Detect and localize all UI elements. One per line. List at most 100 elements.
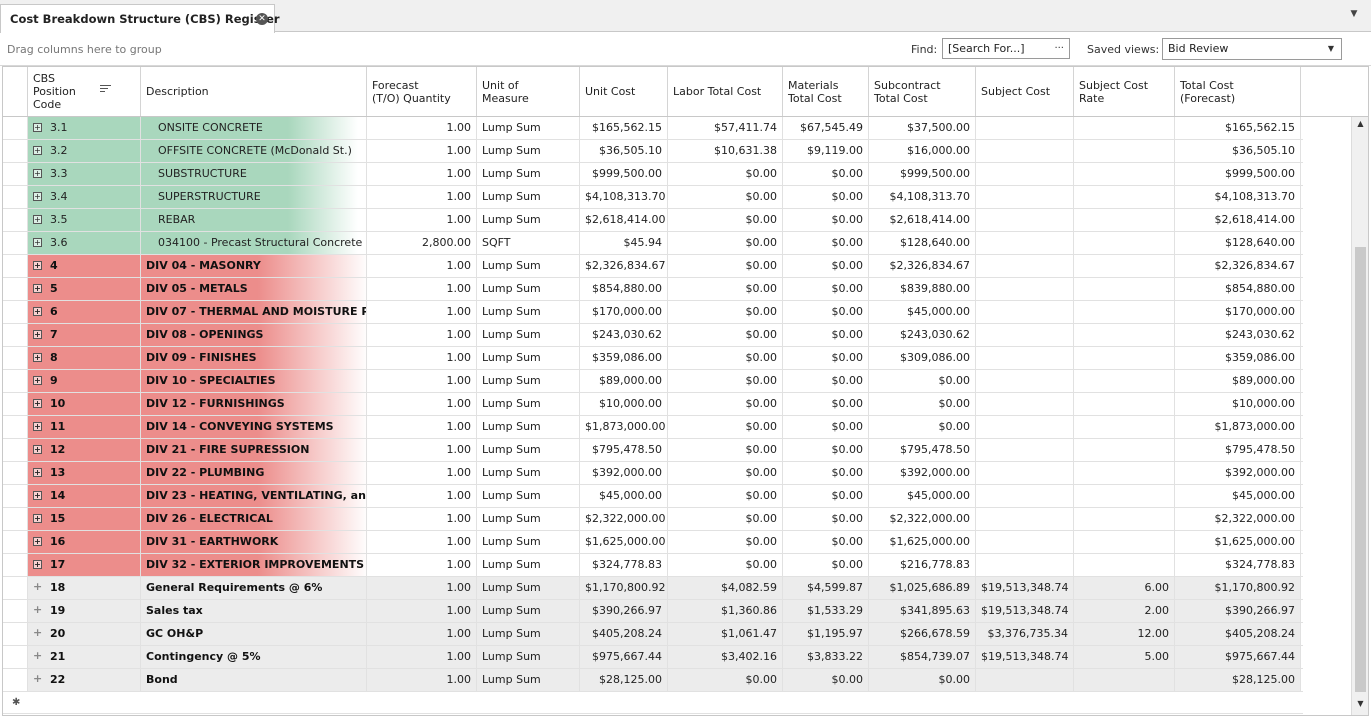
cell-forecast-quantity[interactable]: 1.00 (367, 669, 477, 691)
row-indicator[interactable] (3, 623, 28, 645)
cell-description[interactable]: DIV 22 - PLUMBING (141, 462, 367, 484)
cell-subject-cost-rate[interactable] (1074, 347, 1175, 369)
cell-cbs-code[interactable]: +22 (28, 669, 141, 691)
cell-labor-total-cost[interactable]: $0.00 (668, 232, 783, 254)
expand-row-icon[interactable]: + (33, 123, 42, 132)
cell-subject-cost[interactable]: $19,513,348.74 (976, 646, 1074, 668)
cell-unit-cost[interactable]: $243,030.62 (580, 324, 668, 346)
cell-subject-cost-rate[interactable] (1074, 255, 1175, 277)
cell-unit-of-measure[interactable]: Lump Sum (477, 301, 580, 323)
cell-total-cost-forecast[interactable]: $795,478.50 (1175, 439, 1301, 461)
cell-subject-cost[interactable] (976, 324, 1074, 346)
cell-unit-of-measure[interactable]: Lump Sum (477, 577, 580, 599)
cell-subject-cost[interactable] (976, 255, 1074, 277)
cell-materials-total-cost[interactable]: $1,533.29 (783, 600, 869, 622)
cell-materials-total-cost[interactable]: $0.00 (783, 370, 869, 392)
expand-row-icon[interactable]: + (33, 192, 42, 201)
row-indicator[interactable] (3, 600, 28, 622)
cell-forecast-quantity[interactable]: 1.00 (367, 255, 477, 277)
expand-row-icon[interactable]: + (33, 627, 42, 638)
row-indicator[interactable] (3, 209, 28, 231)
cell-subject-cost[interactable] (976, 140, 1074, 162)
cell-unit-cost[interactable]: $4,108,313.70 (580, 186, 668, 208)
cell-total-cost-forecast[interactable]: $243,030.62 (1175, 324, 1301, 346)
saved-views-dropdown[interactable]: Bid Review ▼ (1162, 38, 1342, 60)
table-row[interactable]: +15 DIV 26 - ELECTRICAL 1.00 Lump Sum $2,322… (3, 508, 1303, 531)
expand-row-icon[interactable]: + (33, 468, 42, 477)
cell-subject-cost[interactable] (976, 117, 1074, 139)
cell-description[interactable]: GC OH&P (141, 623, 367, 645)
cell-subcontract-total-cost[interactable]: $341,895.63 (869, 600, 976, 622)
cell-subcontract-total-cost[interactable]: $243,030.62 (869, 324, 976, 346)
cell-materials-total-cost[interactable]: $9,119.00 (783, 140, 869, 162)
cell-labor-total-cost[interactable]: $0.00 (668, 416, 783, 438)
cell-unit-cost[interactable]: $2,618,414.00 (580, 209, 668, 231)
group-by-panel[interactable]: Drag columns here to group (7, 43, 162, 56)
tab-cbs-register[interactable]: Cost Breakdown Structure (CBS) Register … (0, 4, 280, 33)
cell-cbs-code[interactable]: +13 (28, 462, 141, 484)
expand-row-icon[interactable]: + (33, 376, 42, 385)
cell-subject-cost[interactable]: $19,513,348.74 (976, 600, 1074, 622)
cell-total-cost-forecast[interactable]: $975,667.44 (1175, 646, 1301, 668)
cell-total-cost-forecast[interactable]: $165,562.15 (1175, 117, 1301, 139)
table-row[interactable]: +3.4 SUPERSTRUCTURE 1.00 Lump Sum $4,108,313… (3, 186, 1303, 209)
row-indicator[interactable] (3, 462, 28, 484)
cell-labor-total-cost[interactable]: $0.00 (668, 508, 783, 530)
row-indicator[interactable] (3, 393, 28, 415)
expand-row-icon[interactable]: + (33, 169, 42, 178)
cell-forecast-quantity[interactable]: 1.00 (367, 209, 477, 231)
cell-subject-cost-rate[interactable] (1074, 209, 1175, 231)
cell-subject-cost-rate[interactable] (1074, 140, 1175, 162)
cell-forecast-quantity[interactable]: 1.00 (367, 508, 477, 530)
cell-materials-total-cost[interactable]: $0.00 (783, 278, 869, 300)
cell-forecast-quantity[interactable]: 1.00 (367, 416, 477, 438)
row-indicator[interactable] (3, 186, 28, 208)
table-row[interactable]: +16 DIV 31 - EARTHWORK 1.00 Lump Sum $1,625,… (3, 531, 1303, 554)
expand-row-icon[interactable]: + (33, 604, 42, 615)
cell-description[interactable]: SUBSTRUCTURE (141, 163, 367, 185)
cell-subcontract-total-cost[interactable]: $2,326,834.67 (869, 255, 976, 277)
cell-description[interactable]: DIV 05 - METALS (141, 278, 367, 300)
cell-labor-total-cost[interactable]: $0.00 (668, 186, 783, 208)
column-header-subject-cost-rate[interactable]: Subject Cost Rate (1074, 67, 1175, 116)
cell-unit-of-measure[interactable]: Lump Sum (477, 117, 580, 139)
cell-labor-total-cost[interactable]: $0.00 (668, 301, 783, 323)
search-input[interactable]: [Search For...] ··· (942, 38, 1070, 59)
cell-total-cost-forecast[interactable]: $10,000.00 (1175, 393, 1301, 415)
cell-unit-of-measure[interactable]: SQFT (477, 232, 580, 254)
cell-unit-cost[interactable]: $45,000.00 (580, 485, 668, 507)
cell-description[interactable]: DIV 32 - EXTERIOR IMPROVEMENTS (141, 554, 367, 576)
expand-row-icon[interactable]: + (33, 514, 42, 523)
table-row[interactable]: +20 GC OH&P 1.00 Lump Sum $405,208.24 $1,061.… (3, 623, 1303, 646)
cell-labor-total-cost[interactable]: $1,061.47 (668, 623, 783, 645)
table-row[interactable]: +4 DIV 04 - MASONRY 1.00 Lump Sum $2,326,834… (3, 255, 1303, 278)
cell-total-cost-forecast[interactable]: $324,778.83 (1175, 554, 1301, 576)
cell-cbs-code[interactable]: +8 (28, 347, 141, 369)
row-indicator[interactable] (3, 554, 28, 576)
column-header-labor-total-cost[interactable]: Labor Total Cost (668, 67, 783, 116)
cell-total-cost-forecast[interactable]: $2,618,414.00 (1175, 209, 1301, 231)
cell-subject-cost[interactable] (976, 462, 1074, 484)
row-indicator[interactable] (3, 577, 28, 599)
cell-subject-cost[interactable] (976, 370, 1074, 392)
cell-unit-cost[interactable]: $2,326,834.67 (580, 255, 668, 277)
cell-forecast-quantity[interactable]: 1.00 (367, 646, 477, 668)
table-row[interactable]: +21 Contingency @ 5% 1.00 Lump Sum $975,667.… (3, 646, 1303, 669)
cell-subject-cost-rate[interactable] (1074, 669, 1175, 691)
cell-subject-cost[interactable] (976, 669, 1074, 691)
cell-materials-total-cost[interactable]: $0.00 (783, 485, 869, 507)
cell-subject-cost-rate[interactable] (1074, 416, 1175, 438)
expand-row-icon[interactable]: + (33, 445, 42, 454)
cell-unit-of-measure[interactable]: Lump Sum (477, 600, 580, 622)
expand-row-icon[interactable]: + (33, 399, 42, 408)
cell-labor-total-cost[interactable]: $0.00 (668, 439, 783, 461)
scroll-down-icon[interactable]: ▼ (1352, 699, 1368, 713)
cell-labor-total-cost[interactable]: $10,631.38 (668, 140, 783, 162)
table-row[interactable]: +5 DIV 05 - METALS 1.00 Lump Sum $854,880.00… (3, 278, 1303, 301)
cell-labor-total-cost[interactable]: $3,402.16 (668, 646, 783, 668)
cell-materials-total-cost[interactable]: $0.00 (783, 462, 869, 484)
cell-subject-cost[interactable] (976, 232, 1074, 254)
cell-total-cost-forecast[interactable]: $2,326,834.67 (1175, 255, 1301, 277)
cell-subject-cost[interactable] (976, 347, 1074, 369)
cell-description[interactable]: DIV 12 - FURNISHINGS (141, 393, 367, 415)
